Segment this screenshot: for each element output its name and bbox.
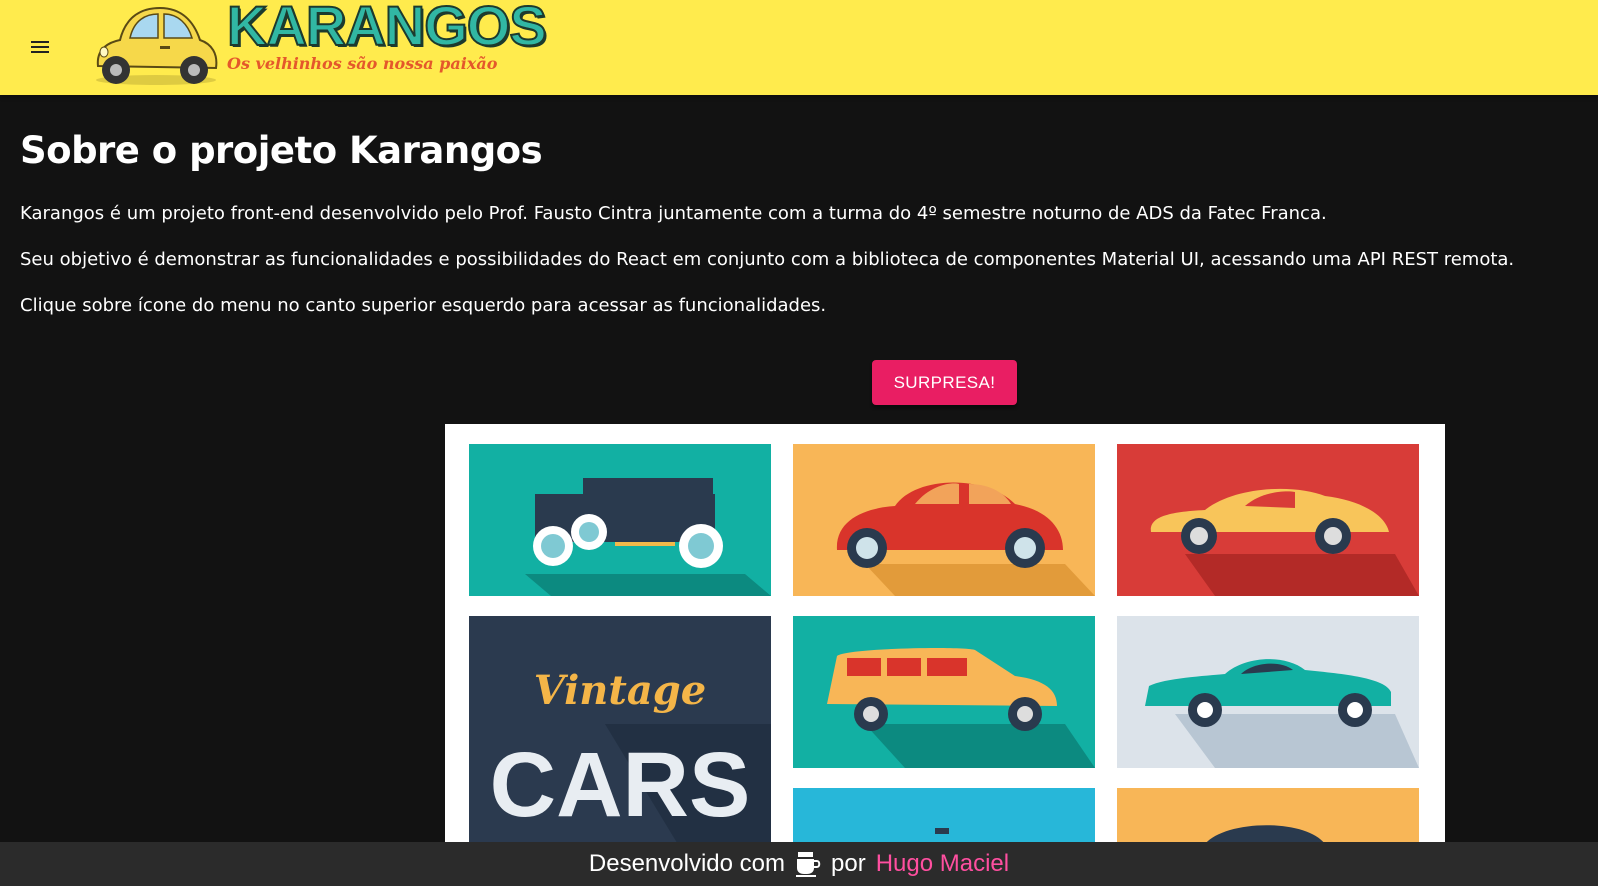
sports-car-tile bbox=[1117, 444, 1419, 596]
surprise-button[interactable]: SURPRESA! bbox=[872, 360, 1017, 405]
intro-paragraph: Karangos é um projeto front-end desenvol… bbox=[20, 203, 1327, 224]
karangos-logo[interactable]: KARANGOS Os velhinhos são nossa paixão bbox=[90, 0, 548, 90]
station-wagon-tile bbox=[793, 616, 1095, 768]
orange-car-tile bbox=[1117, 788, 1419, 844]
beetle-tile bbox=[793, 444, 1095, 596]
footer: Desenvolvido com por Hugo Maciel bbox=[0, 842, 1598, 886]
footer-by-text: por bbox=[831, 850, 866, 877]
classic-coupe-tile bbox=[1117, 616, 1419, 768]
logo-title: KARANGOS bbox=[226, 0, 548, 57]
main-content: Sobre o projeto Karangos Karangos é um p… bbox=[20, 128, 1580, 318]
footer-text: Desenvolvido com bbox=[588, 850, 785, 877]
coffee-icon bbox=[796, 852, 821, 877]
logo-tagline: Os velhinhos são nossa paixão bbox=[227, 54, 498, 73]
poster-block-word: CARS bbox=[490, 734, 751, 836]
page-title: Sobre o projeto Karangos bbox=[20, 129, 543, 172]
vintage-cars-title-tile: Vintage CARS bbox=[469, 616, 771, 844]
poster-script-word: Vintage bbox=[534, 667, 706, 714]
menu-button[interactable] bbox=[22, 27, 58, 67]
menu-icon bbox=[31, 41, 49, 53]
instruction-paragraph: Clique sobre ícone do menu no canto supe… bbox=[20, 295, 827, 316]
author-link[interactable]: Hugo Maciel bbox=[876, 850, 1009, 878]
objective-paragraph: Seu objetivo é demonstrar as funcionalid… bbox=[20, 249, 1515, 270]
app-bar: KARANGOS Os velhinhos são nossa paixão bbox=[0, 0, 1598, 95]
antique-car-tile bbox=[469, 444, 771, 596]
vintage-cars-poster: Vintage CARS bbox=[445, 424, 1445, 844]
blue-car-tile bbox=[793, 788, 1095, 844]
beetle-car-icon bbox=[96, 6, 218, 85]
